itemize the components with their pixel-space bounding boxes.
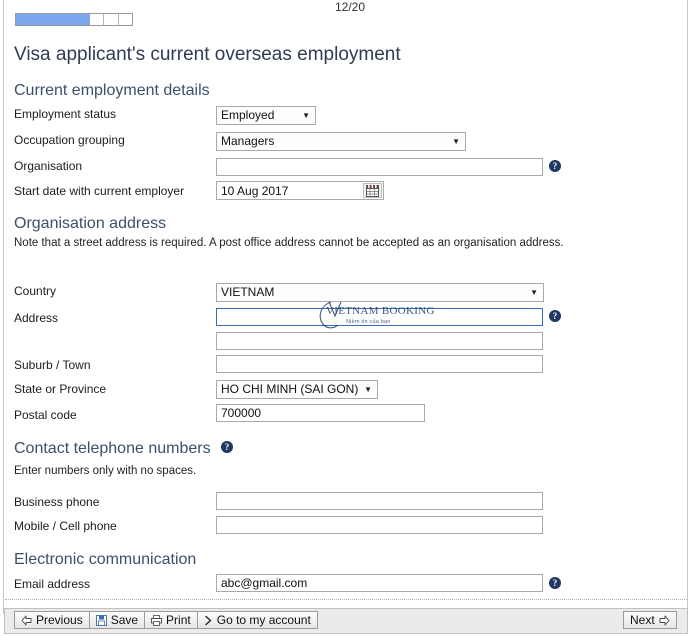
printer-icon (151, 615, 162, 626)
input-business-phone[interactable] (216, 492, 543, 510)
progress-segment (90, 14, 103, 25)
step-counter: 12/20 (0, 0, 700, 14)
label-occupation-grouping: Occupation grouping (14, 133, 125, 147)
section-heading-electronic-communication: Electronic communication (14, 551, 196, 569)
input-address-line-2[interactable] (216, 332, 543, 350)
next-button-label: Next (630, 614, 655, 626)
section-heading-contact-telephone-text: Contact telephone numbers (14, 440, 211, 457)
calendar-icon[interactable] (363, 183, 382, 198)
input-postal-code[interactable] (216, 404, 425, 422)
help-icon-organisation[interactable]: ? (549, 160, 561, 172)
chevron-right-icon (204, 615, 213, 626)
section-heading-current-employment: Current employment details (14, 82, 210, 100)
arrow-right-icon (659, 615, 670, 626)
label-suburb-town: Suburb / Town (14, 358, 91, 372)
input-start-date[interactable]: 10 Aug 2017 (216, 181, 384, 200)
progress-segment (118, 14, 132, 25)
select-country[interactable]: VIETNAM ▼ (216, 283, 544, 302)
select-employment-status-value: Employed (221, 108, 274, 122)
select-country-value: VIETNAM (221, 285, 274, 299)
progress-bar-remaining (90, 14, 132, 25)
previous-button[interactable]: Previous (14, 611, 90, 629)
previous-button-label: Previous (36, 614, 83, 626)
chevron-down-icon: ▼ (364, 386, 372, 394)
input-suburb-town[interactable] (216, 355, 543, 373)
arrow-left-icon (21, 615, 32, 626)
section-heading-contact-telephone: Contact telephone numbers ? (14, 440, 233, 458)
section-note-organisation-address: Note that a street address is required. … (14, 237, 564, 249)
chevron-down-icon: ▼ (452, 138, 460, 146)
next-button-group: Next (623, 611, 677, 629)
label-employment-status: Employment status (14, 107, 116, 121)
floppy-disk-icon (96, 615, 107, 626)
footer-button-group: Previous Save Print Go to my account (14, 611, 317, 629)
label-business-phone: Business phone (14, 495, 99, 509)
page-right-border (687, 0, 688, 614)
help-icon-email-address[interactable]: ? (549, 577, 561, 589)
chevron-down-icon: ▼ (302, 112, 310, 120)
section-heading-organisation-address: Organisation address (14, 215, 166, 233)
help-icon-address[interactable]: ? (549, 310, 561, 322)
page-title: Visa applicant's current overseas employ… (14, 44, 401, 66)
chevron-down-icon: ▼ (530, 289, 538, 297)
section-note-contact-telephone: Enter numbers only with no spaces. (14, 465, 196, 477)
label-postal-code: Postal code (14, 408, 77, 422)
select-employment-status[interactable]: Employed ▼ (216, 106, 316, 125)
footer-separator (5, 599, 687, 600)
print-button-label: Print (166, 614, 191, 626)
form-page: 12/20 Visa applicant's current overseas … (0, 0, 700, 636)
label-state-province: State or Province (14, 382, 106, 396)
select-occupation-grouping[interactable]: Managers ▼ (216, 132, 466, 151)
progress-bar-fill (16, 14, 90, 25)
label-mobile-cell-phone: Mobile / Cell phone (14, 519, 117, 533)
progress-bar (15, 13, 133, 26)
input-mobile-cell-phone[interactable] (216, 516, 543, 534)
select-state-province[interactable]: HO CHI MINH (SAI GON) ▼ (216, 380, 378, 399)
label-organisation: Organisation (14, 159, 82, 173)
label-address: Address (14, 311, 58, 325)
page-left-border (3, 0, 4, 614)
select-occupation-grouping-value: Managers (221, 134, 274, 148)
print-button[interactable]: Print (144, 611, 198, 629)
input-address-line-1[interactable] (216, 308, 543, 326)
go-to-my-account-button-label: Go to my account (217, 614, 311, 626)
help-icon-contact-telephone[interactable]: ? (221, 441, 233, 453)
save-button-label: Save (111, 614, 138, 626)
input-organisation[interactable] (216, 158, 543, 176)
progress-segment (103, 14, 117, 25)
label-country: Country (14, 284, 56, 298)
next-button[interactable]: Next (623, 611, 677, 629)
select-state-province-value: HO CHI MINH (SAI GON) (221, 382, 358, 396)
go-to-my-account-button[interactable]: Go to my account (197, 611, 318, 629)
start-date-value: 10 Aug 2017 (221, 183, 288, 199)
label-email-address: Email address (14, 577, 90, 591)
input-email-address[interactable] (216, 574, 543, 592)
save-button[interactable]: Save (89, 611, 145, 629)
label-start-date: Start date with current employer (14, 184, 184, 198)
